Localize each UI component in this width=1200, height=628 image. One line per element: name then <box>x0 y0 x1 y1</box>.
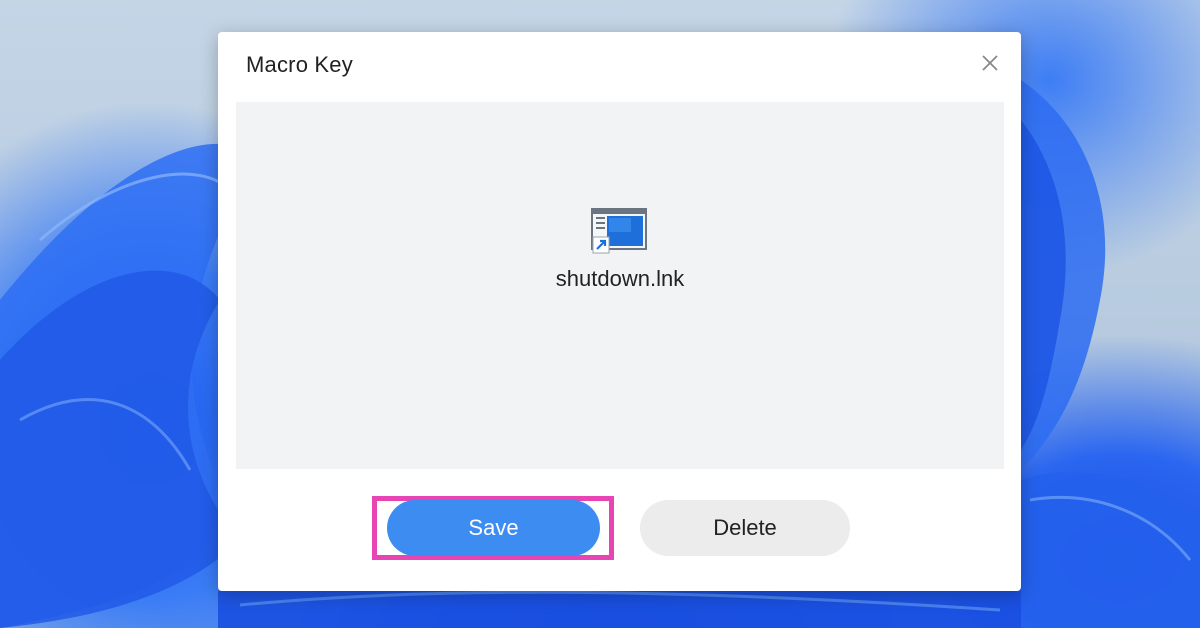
delete-button[interactable]: Delete <box>640 500 850 556</box>
macro-key-dialog: Macro Key shutdown.lnk Save Delete <box>218 32 1021 591</box>
macro-content-area: shutdown.lnk <box>236 102 1004 469</box>
close-icon <box>982 55 998 71</box>
file-name-label: shutdown.lnk <box>555 266 685 291</box>
save-button[interactable]: Save <box>387 500 600 556</box>
close-button[interactable] <box>979 52 1001 74</box>
shortcut-file-icon[interactable] <box>590 207 648 255</box>
dialog-title: Macro Key <box>246 52 353 77</box>
